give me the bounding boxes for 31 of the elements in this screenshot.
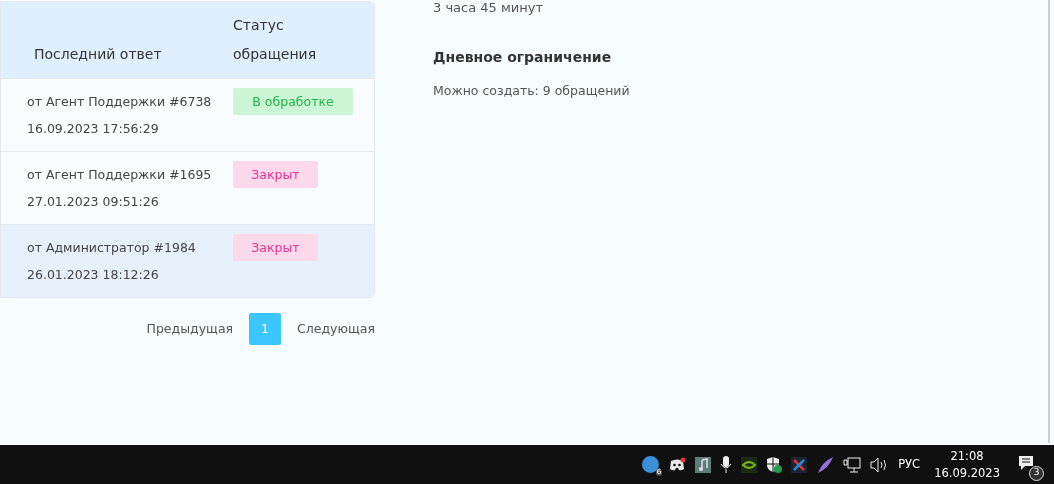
notifications-icon [1018, 454, 1034, 471]
reply-author: от Агент Поддержки #1695 [27, 166, 213, 184]
daily-limit-heading: Дневное ограничение [433, 48, 613, 67]
status-badge: В обработке [233, 88, 353, 115]
clock-date: 16.09.2023 [934, 464, 1000, 482]
microphone-icon[interactable] [720, 456, 733, 473]
clock[interactable]: 21:08 16.09.2023 [934, 447, 1000, 482]
network-icon[interactable] [843, 456, 862, 473]
music-note-icon[interactable] [695, 456, 712, 473]
cross-icon[interactable] [791, 456, 808, 473]
reply-date: 26.01.2023 18:12:26 [27, 266, 160, 284]
scrollbar[interactable] [1048, 0, 1050, 443]
language-indicator[interactable]: РУС [898, 455, 921, 474]
column-header: Статус обращения [233, 16, 318, 64]
clock-time: 21:08 [950, 447, 984, 465]
table-row[interactable]: от Администратор #1984 26.01.2023 18:12:26 Закрыт [1, 224, 374, 297]
volume-icon[interactable] [870, 456, 889, 473]
shield-icon[interactable] [766, 456, 783, 473]
previous-page-link[interactable]: Предыдущая [146, 319, 234, 339]
feather-icon[interactable] [816, 455, 835, 474]
status-badge: Закрыт [233, 234, 318, 261]
notification-count: 3 [1029, 465, 1044, 481]
reply-author: от Агент Поддержки #6738 [27, 93, 213, 111]
next-page-link[interactable]: Следующая [297, 319, 375, 339]
reply-date: 16.09.2023 17:56:29 [27, 120, 160, 138]
reply-author: от Администратор #1984 [27, 239, 197, 257]
reply-date: 27.01.2023 09:51:26 [27, 193, 160, 211]
status-badge: Закрыт [233, 161, 318, 188]
daily-limit-text: Можно создать: 9 обращений [433, 82, 630, 100]
time-left-text: 3 часа 45 минут [433, 1, 544, 14]
column-header: Последний ответ [33, 45, 163, 64]
